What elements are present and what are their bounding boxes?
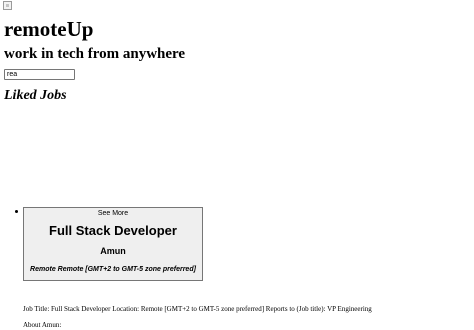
search-input[interactable] xyxy=(4,69,75,80)
logo-image xyxy=(3,1,12,10)
company-name: Amun xyxy=(100,246,126,256)
list-item-bullet xyxy=(15,210,18,213)
about-company: About Amun: xyxy=(23,321,62,329)
job-card-button[interactable]: See More Full Stack Developer Amun Remot… xyxy=(23,207,203,281)
job-description: Job Title: Full Stack Developer Location… xyxy=(23,305,372,313)
app-subtitle: work in tech from anywhere xyxy=(4,46,186,62)
job-title: Full Stack Developer xyxy=(49,223,177,238)
liked-jobs-heading: Liked Jobs xyxy=(4,88,67,103)
job-location: Remote Remote [GMT+2 to GMT-5 zone prefe… xyxy=(30,266,196,273)
see-more-label: See More xyxy=(97,210,129,217)
app-title: remoteUp xyxy=(4,17,94,41)
